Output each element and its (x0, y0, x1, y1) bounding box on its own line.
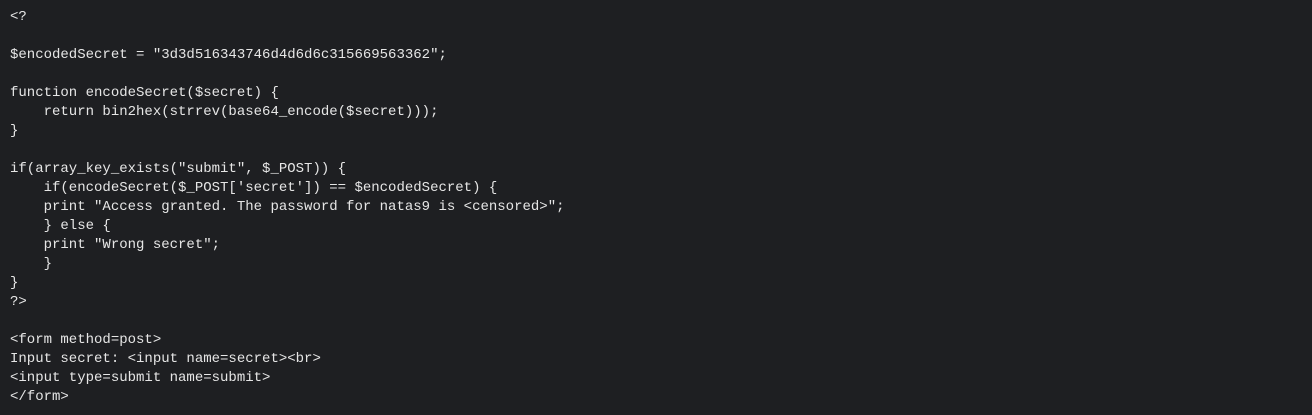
source-code-view: <? $encodedSecret = "3d3d516343746d4d6d6… (0, 0, 1312, 415)
code-line: ?> (10, 294, 27, 310)
code-line: $encodedSecret = "3d3d516343746d4d6d6c31… (10, 47, 447, 63)
code-line: print "Wrong secret"; (10, 237, 221, 253)
code-line: Input secret: <input name=secret><br> (10, 351, 321, 367)
code-line: </form> (10, 389, 69, 405)
code-line: print "Access granted. The password for … (10, 199, 565, 215)
code-line: } (10, 275, 19, 291)
code-line: } (10, 123, 19, 139)
code-line: return bin2hex(strrev(base64_encode($sec… (10, 104, 439, 120)
code-line: <input type=submit name=submit> (10, 370, 271, 386)
code-line: } else { (10, 218, 111, 234)
code-line: if(encodeSecret($_POST['secret']) == $en… (10, 180, 498, 196)
code-line: } (10, 256, 53, 272)
code-line: <form method=post> (10, 332, 162, 348)
code-line: if(array_key_exists("submit", $_POST)) { (10, 161, 347, 177)
code-line: function encodeSecret($secret) { (10, 85, 279, 101)
code-line: <? (10, 9, 27, 25)
